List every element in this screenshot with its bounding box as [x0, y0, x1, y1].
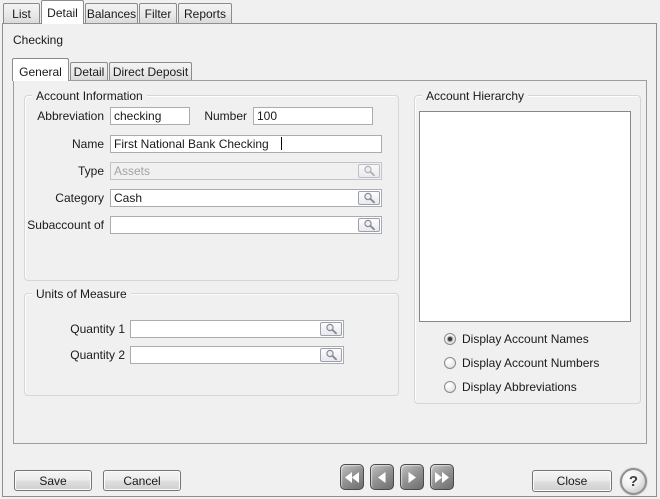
subaccount-label: Subaccount of: [25, 218, 107, 232]
quantity1-input[interactable]: [131, 321, 318, 337]
number-input[interactable]: [253, 107, 373, 125]
radio-display-abbreviations[interactable]: Display Abbreviations: [444, 380, 577, 394]
type-label: Type: [25, 164, 107, 178]
name-label: Name: [25, 137, 107, 151]
radio-display-account-numbers[interactable]: Display Account Numbers: [444, 356, 599, 370]
units-of-measure-legend: Units of Measure: [32, 287, 131, 301]
first-record-button[interactable]: [340, 464, 364, 490]
next-record-button[interactable]: [400, 464, 424, 490]
magnifier-icon: [363, 219, 376, 231]
tab-direct-deposit[interactable]: Direct Deposit: [109, 62, 192, 80]
magnifier-icon: [363, 165, 376, 177]
category-input[interactable]: [111, 190, 356, 206]
quantity1-lookup-button[interactable]: [320, 322, 342, 336]
number-label: Number: [190, 109, 250, 123]
category-field: [110, 189, 382, 207]
subaccount-field: [110, 216, 382, 234]
close-button[interactable]: Close: [532, 470, 612, 492]
category-row: Category: [25, 189, 398, 207]
abbreviation-input[interactable]: [110, 107, 190, 125]
magnifier-icon: [325, 323, 338, 335]
radio-button-icon[interactable]: [444, 357, 456, 369]
type-field: [110, 162, 382, 180]
quantity2-field: [130, 346, 344, 364]
radio-label: Display Abbreviations: [462, 380, 577, 394]
name-row: Name: [25, 135, 398, 153]
quantity2-lookup-button[interactable]: [320, 348, 342, 362]
account-hierarchy-group: Account Hierarchy Display Account Names …: [414, 95, 641, 404]
category-lookup-button[interactable]: [358, 191, 380, 205]
tab-filter[interactable]: Filter: [139, 3, 177, 23]
help-button[interactable]: ?: [620, 468, 647, 495]
abbreviation-number-row: Abbreviation Number: [25, 107, 398, 125]
radio-button-icon[interactable]: [444, 381, 456, 393]
quantity1-field: [130, 320, 344, 338]
quantity2-row: Quantity 2: [25, 346, 398, 364]
account-information-group: Account Information Abbreviation Number …: [24, 95, 399, 281]
radio-display-account-names[interactable]: Display Account Names: [444, 332, 589, 346]
magnifier-icon: [325, 349, 338, 361]
cancel-button[interactable]: Cancel: [103, 470, 181, 491]
subaccount-row: Subaccount of: [25, 216, 398, 234]
type-input: [111, 163, 356, 179]
quantity1-label: Quantity 1: [25, 322, 128, 336]
left-arrow-icon: [376, 471, 388, 484]
account-information-legend: Account Information: [32, 89, 147, 103]
tab-reports[interactable]: Reports: [178, 3, 232, 23]
tab-detail-sub[interactable]: Detail: [70, 62, 108, 80]
double-right-arrow-icon: [434, 471, 450, 484]
text-caret: [281, 137, 282, 150]
quantity2-input[interactable]: [131, 347, 318, 363]
subaccount-input[interactable]: [111, 217, 356, 233]
subaccount-lookup-button[interactable]: [358, 218, 380, 232]
quantity1-row: Quantity 1: [25, 320, 398, 338]
name-input[interactable]: [110, 135, 382, 153]
abbreviation-label: Abbreviation: [25, 109, 107, 123]
tab-balances[interactable]: Balances: [85, 3, 138, 23]
radio-button-icon[interactable]: [444, 333, 456, 345]
tab-general[interactable]: General: [12, 58, 69, 81]
units-of-measure-group: Units of Measure Quantity 1 Quantity 2: [24, 293, 399, 396]
category-label: Category: [25, 191, 107, 205]
tab-list[interactable]: List: [3, 3, 40, 23]
question-mark-icon: ?: [629, 473, 638, 490]
account-hierarchy-tree[interactable]: [419, 111, 631, 322]
save-button[interactable]: Save: [14, 470, 92, 491]
right-arrow-icon: [406, 471, 418, 484]
magnifier-icon: [363, 192, 376, 204]
last-record-button[interactable]: [430, 464, 454, 490]
type-row: Type: [25, 162, 398, 180]
type-lookup-button[interactable]: [358, 164, 380, 178]
radio-label: Display Account Numbers: [462, 356, 599, 370]
tab-detail[interactable]: Detail: [41, 0, 84, 24]
quantity2-label: Quantity 2: [25, 348, 128, 362]
radio-label: Display Account Names: [462, 332, 589, 346]
previous-record-button[interactable]: [370, 464, 394, 490]
double-left-arrow-icon: [344, 471, 360, 484]
account-maintenance-window: List Detail Balances Filter Reports Chec…: [0, 0, 660, 499]
record-title: Checking: [13, 33, 63, 47]
account-hierarchy-legend: Account Hierarchy: [422, 89, 528, 103]
